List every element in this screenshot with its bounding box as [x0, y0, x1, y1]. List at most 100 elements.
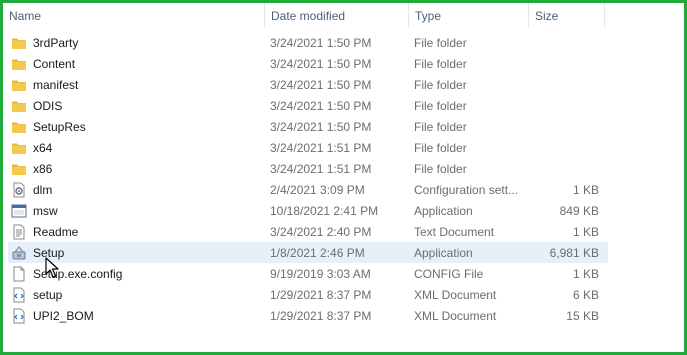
file-name-cell: Content — [8, 56, 265, 72]
file-date-modified: 1/8/2021 2:46 PM — [270, 245, 365, 260]
file-row[interactable]: SetupRes 3/24/2021 1:50 PM File folder — [8, 116, 608, 137]
file-date-modified: 1/29/2021 8:37 PM — [270, 287, 372, 302]
file-name: dlm — [33, 182, 53, 197]
column-header-type-label: Type — [415, 8, 442, 23]
file-row[interactable]: x86 3/24/2021 1:51 PM File folder — [8, 158, 608, 179]
folder-icon — [11, 161, 27, 177]
file-type: CONFIG File — [414, 266, 484, 281]
column-header-date-label: Date modified — [271, 8, 346, 23]
file-type: Application — [414, 245, 473, 260]
file-size: 1 KB — [572, 266, 599, 281]
file-row[interactable]: ODIS 3/24/2021 1:50 PM File folder — [8, 95, 608, 116]
file-name: msw — [33, 203, 58, 218]
folder-icon — [11, 98, 27, 114]
file-name-cell: ODIS — [8, 98, 265, 114]
file-name-cell: Readme — [8, 224, 265, 240]
file-row[interactable]: msw 10/18/2021 2:41 PM Application 849 KB — [8, 200, 608, 221]
file-type: Configuration sett... — [414, 182, 519, 197]
file-row[interactable]: Setup.exe.config 9/19/2019 3:03 AM CONFIG … — [8, 263, 608, 284]
file-type: File folder — [414, 56, 467, 71]
file-name-cell: manifest — [8, 77, 265, 93]
file-date-modified: 1/29/2021 8:37 PM — [270, 308, 372, 323]
file-type: XML Document — [414, 287, 497, 302]
file-type: XML Document — [414, 308, 497, 323]
file-row[interactable]: 3rdParty 3/24/2021 1:50 PM File folder — [8, 32, 608, 53]
file-row[interactable]: UPI2_BOM 1/29/2021 8:37 PM XML Document 15 … — [8, 305, 608, 326]
xml-document-icon — [11, 308, 27, 324]
file-name: SetupRes — [33, 119, 86, 134]
folder-icon — [11, 35, 27, 51]
file-size: 15 KB — [566, 308, 599, 323]
file-row[interactable]: setup 1/29/2021 8:37 PM XML Document 6 KB — [8, 284, 608, 305]
file-type: File folder — [414, 98, 467, 113]
file-name-cell: x86 — [8, 161, 265, 177]
folder-icon — [11, 56, 27, 72]
file-date-modified: 9/19/2019 3:03 AM — [270, 266, 371, 281]
file-date-modified: 3/24/2021 2:40 PM — [270, 224, 372, 239]
column-header-size[interactable]: Size — [529, 3, 605, 28]
application-icon — [11, 203, 27, 219]
file-type: File folder — [414, 140, 467, 155]
column-header-size-label: Size — [535, 8, 559, 23]
file-date-modified: 3/24/2021 1:50 PM — [270, 77, 372, 92]
file-size: 6 KB — [572, 287, 599, 302]
file-name: UPI2_BOM — [33, 308, 94, 323]
explorer-window: Name Date modified Type Size 3rdParty 3/2… — [0, 0, 687, 355]
file-size: 849 KB — [559, 203, 599, 218]
file-name: Readme — [33, 224, 79, 239]
folder-icon — [11, 77, 27, 93]
file-name: 3rdParty — [33, 35, 79, 50]
file-type: File folder — [414, 35, 467, 50]
folder-icon — [11, 140, 27, 156]
file-name: ODIS — [33, 98, 63, 113]
file-date-modified: 3/24/2021 1:50 PM — [270, 119, 372, 134]
file-row[interactable]: manifest 3/24/2021 1:50 PM File folder — [8, 74, 608, 95]
column-divider[interactable] — [604, 3, 605, 28]
file-name: x86 — [33, 161, 53, 176]
mouse-cursor-icon — [45, 257, 59, 278]
file-type: File folder — [414, 77, 467, 92]
column-header-type[interactable]: Type — [409, 3, 529, 28]
column-header-row: Name Date modified Type Size — [3, 3, 684, 28]
file-type: File folder — [414, 119, 467, 134]
column-header-name[interactable]: Name — [3, 3, 265, 28]
folder-icon — [11, 119, 27, 135]
file-row[interactable]: x64 3/24/2021 1:51 PM File folder — [8, 137, 608, 158]
file-size: 1 KB — [572, 224, 599, 239]
file-name: x64 — [33, 140, 53, 155]
file-row[interactable]: Setup 1/8/2021 2:46 PM Application 6,981 KB — [8, 242, 608, 263]
file-type: Text Document — [414, 224, 495, 239]
file-date-modified: 10/18/2021 2:41 PM — [270, 203, 379, 218]
file-date-modified: 3/24/2021 1:51 PM — [270, 140, 372, 155]
file-date-modified: 3/24/2021 1:50 PM — [270, 56, 372, 71]
file-row[interactable]: dlm 2/4/2021 3:09 PM Configuration sett...… — [8, 179, 608, 200]
file-type: Application — [414, 203, 473, 218]
config-file-icon — [11, 182, 27, 198]
text-document-icon — [11, 224, 27, 240]
file-name-cell: dlm — [8, 182, 265, 198]
file-name-cell: setup — [8, 287, 265, 303]
file-list: 3rdParty 3/24/2021 1:50 PM File folder Cont… — [8, 32, 608, 326]
file-type: File folder — [414, 161, 467, 176]
file-date-modified: 2/4/2021 3:09 PM — [270, 182, 365, 197]
file-name-cell: UPI2_BOM — [8, 308, 265, 324]
file-row[interactable]: Readme 3/24/2021 2:40 PM Text Document 1 KB — [8, 221, 608, 242]
file-name-cell: msw — [8, 203, 265, 219]
setup-application-icon — [11, 245, 27, 261]
file-name: manifest — [33, 77, 79, 92]
file-name-cell: SetupRes — [8, 119, 265, 135]
column-header-name-label: Name — [9, 8, 42, 23]
xml-document-icon — [11, 287, 27, 303]
file-name: setup — [33, 287, 63, 302]
column-header-date-modified[interactable]: Date modified — [265, 3, 409, 28]
file-name-cell: x64 — [8, 140, 265, 156]
file-size: 6,981 KB — [549, 245, 599, 260]
file-row[interactable]: Content 3/24/2021 1:50 PM File folder — [8, 53, 608, 74]
file-date-modified: 3/24/2021 1:51 PM — [270, 161, 372, 176]
file-date-modified: 3/24/2021 1:50 PM — [270, 35, 372, 50]
blank-file-icon — [11, 266, 27, 282]
file-size: 1 KB — [572, 182, 599, 197]
file-name: Content — [33, 56, 76, 71]
file-name-cell: 3rdParty — [8, 35, 265, 51]
file-date-modified: 3/24/2021 1:50 PM — [270, 98, 372, 113]
